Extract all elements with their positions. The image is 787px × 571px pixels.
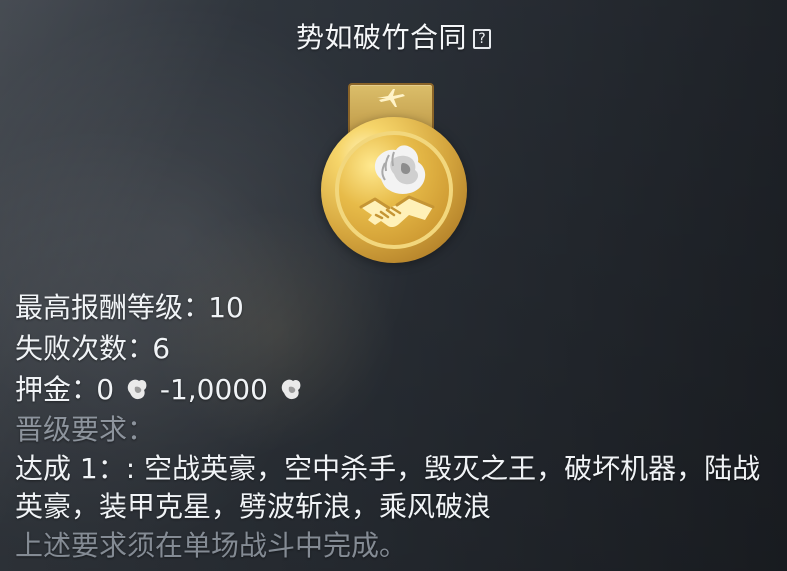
failures-row: 失败次数：6 xyxy=(15,328,775,369)
medal-disc xyxy=(321,117,467,263)
handshake-icon xyxy=(359,195,435,228)
medal-inner xyxy=(335,131,453,249)
promotion-requirements-label: 晋级要求： xyxy=(15,413,156,446)
contract-medal xyxy=(321,83,467,263)
deposit-min-value: 0 xyxy=(96,373,115,406)
deposit-lion-icon xyxy=(127,379,147,400)
contract-info-panel: 势如破竹合同 ? 最高报酬等级：10 失败次数：6 押金：0 -1,0000 晋… xyxy=(0,0,787,571)
requirement-prefix: 达成 1： xyxy=(15,452,126,485)
deposit-max-value: 1,0000 xyxy=(169,373,268,406)
max-reward-level-label: 最高报酬等级 xyxy=(15,291,184,324)
max-reward-level-value: 10 xyxy=(208,291,244,324)
requirement-colon-extra: : xyxy=(125,452,136,485)
footer-note: 上述要求须在单场战斗中完成。 xyxy=(15,529,408,562)
airplane-icon xyxy=(377,89,405,107)
contract-details: 最高报酬等级：10 失败次数：6 押金：0 -1,0000 晋级要求： 达成 1… xyxy=(15,287,775,566)
requirement-text: 达成 1：: 空战英豪，空中杀手，毁灭之王，破坏机器，陆战英豪，装甲克星，劈波斩… xyxy=(15,450,775,526)
deposit-row: 押金：0 -1,0000 xyxy=(15,369,775,410)
failures-label: 失败次数 xyxy=(15,332,128,365)
contract-title: 势如破竹合同 xyxy=(295,21,467,54)
deposit-lion-icon-max xyxy=(281,379,301,400)
question-icon[interactable]: ? xyxy=(473,29,491,49)
max-reward-level-row: 最高报酬等级：10 xyxy=(15,287,775,328)
deposit-separator: - xyxy=(159,373,170,406)
failures-value: 6 xyxy=(152,332,171,365)
deposit-label: 押金 xyxy=(15,373,72,406)
title-row: 势如破竹合同 ? xyxy=(0,18,787,58)
